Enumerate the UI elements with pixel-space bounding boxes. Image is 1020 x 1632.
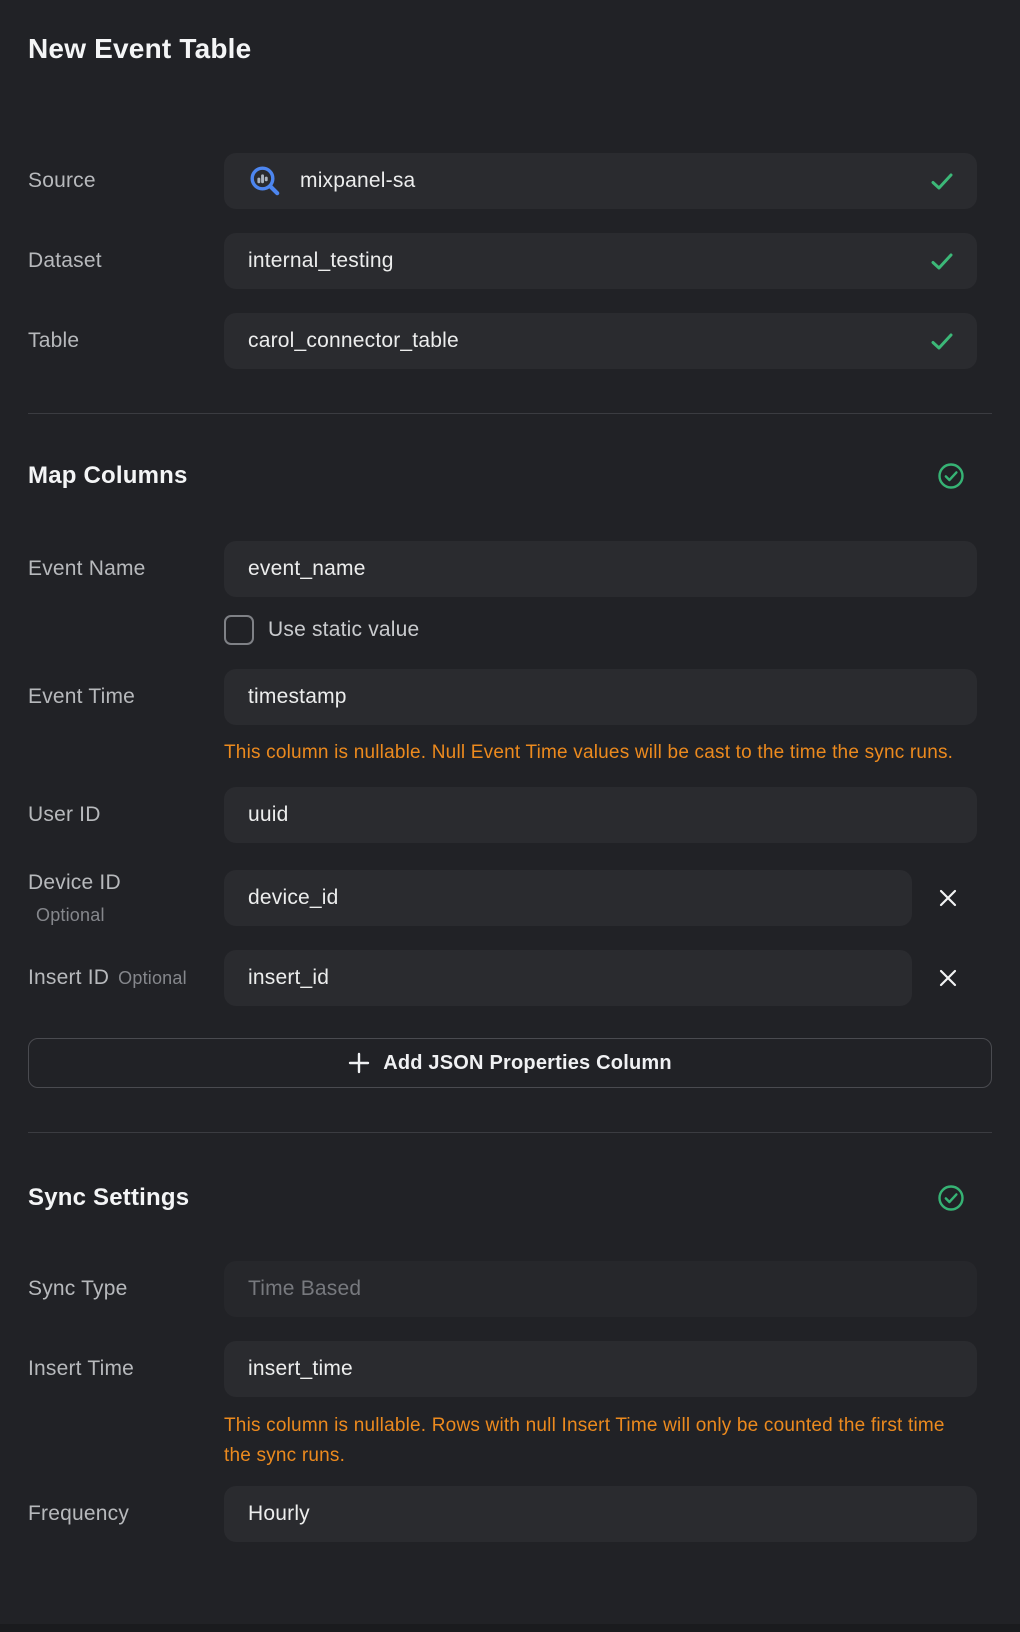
map-columns-title: Map Columns (28, 463, 188, 489)
page-title: New Event Table (28, 33, 992, 65)
table-select[interactable]: carol_connector_table (224, 313, 977, 369)
section-divider (28, 1132, 992, 1133)
device-id-label: Device ID Optional (28, 871, 224, 926)
add-json-properties-column-button[interactable]: Add JSON Properties Column (28, 1038, 992, 1088)
event-name-select[interactable]: event_name (224, 541, 977, 597)
dataset-row: Dataset internal_testing (28, 233, 992, 289)
sync-settings-header: Sync Settings (28, 1185, 992, 1211)
section-complete-check-icon (938, 1185, 964, 1211)
event-name-row: Event Name event_name (28, 541, 992, 597)
device-id-value: device_id (248, 886, 339, 910)
event-time-row: Event Time timestamp (28, 669, 992, 725)
sync-type-value: Time Based (248, 1277, 361, 1301)
event-time-select[interactable]: timestamp (224, 669, 977, 725)
event-time-warning: This column is nullable. Null Event Time… (224, 738, 977, 768)
dataset-label: Dataset (28, 249, 224, 273)
insert-id-select[interactable]: insert_id (224, 950, 912, 1006)
event-name-label: Event Name (28, 557, 224, 581)
section-divider (28, 413, 992, 414)
new-event-table-form: New Event Table Source mixpanel-sa (0, 0, 1020, 1542)
insert-id-clear-button[interactable] (936, 966, 960, 990)
table-valid-check-icon (919, 333, 953, 350)
frequency-label: Frequency (28, 1502, 224, 1526)
source-valid-check-icon (919, 173, 953, 190)
sync-settings-title: Sync Settings (28, 1185, 189, 1211)
add-json-properties-column-label: Add JSON Properties Column (383, 1052, 672, 1075)
table-label: Table (28, 329, 224, 353)
source-value: mixpanel-sa (300, 169, 415, 193)
plus-icon (348, 1052, 370, 1074)
frequency-value: Hourly (248, 1502, 310, 1526)
user-id-row: User ID uuid (28, 787, 992, 843)
insert-time-row: Insert Time insert_time (28, 1341, 992, 1397)
device-id-label-text: Device ID (28, 871, 224, 895)
source-label: Source (28, 169, 224, 193)
static-value-row: Use static value (224, 614, 992, 646)
insert-time-value: insert_time (248, 1357, 353, 1381)
table-value: carol_connector_table (248, 329, 459, 353)
bigquery-icon (248, 164, 282, 198)
user-id-label: User ID (28, 803, 224, 827)
insert-time-warning: This column is nullable. Rows with null … (224, 1411, 977, 1471)
dataset-value: internal_testing (248, 249, 394, 273)
frequency-row: Frequency Hourly (28, 1486, 992, 1542)
section-complete-check-icon (938, 463, 964, 489)
map-columns-header: Map Columns (28, 463, 992, 489)
insert-time-select[interactable]: insert_time (224, 1341, 977, 1397)
event-name-value: event_name (248, 557, 366, 581)
sync-type-label: Sync Type (28, 1277, 224, 1301)
frequency-select[interactable]: Hourly (224, 1486, 977, 1542)
dataset-valid-check-icon (919, 253, 953, 270)
insert-id-value: insert_id (248, 966, 329, 990)
insert-id-label: Insert ID Optional (28, 966, 224, 990)
sync-type-select[interactable]: Time Based (224, 1261, 977, 1317)
source-row: Source mixpanel-sa (28, 153, 992, 209)
insert-time-label: Insert Time (28, 1357, 224, 1381)
table-row: Table carol_connector_table (28, 313, 992, 369)
insert-id-label-text: Insert ID (28, 966, 109, 990)
use-static-value-label: Use static value (268, 618, 419, 642)
device-id-clear-button[interactable] (936, 886, 960, 910)
use-static-value-checkbox[interactable] (224, 615, 254, 645)
dataset-select[interactable]: internal_testing (224, 233, 977, 289)
source-select[interactable]: mixpanel-sa (224, 153, 977, 209)
device-id-row: Device ID Optional device_id (28, 870, 992, 926)
insert-id-optional-text: Optional (118, 968, 187, 989)
user-id-select[interactable]: uuid (224, 787, 977, 843)
insert-id-row: Insert ID Optional insert_id (28, 950, 992, 1006)
panel-bottom-edge (0, 1624, 1020, 1632)
event-time-label: Event Time (28, 685, 224, 709)
device-id-select[interactable]: device_id (224, 870, 912, 926)
sync-type-row: Sync Type Time Based (28, 1261, 992, 1317)
user-id-value: uuid (248, 803, 289, 827)
event-time-value: timestamp (248, 685, 347, 709)
device-id-optional-text: Optional (28, 905, 224, 926)
